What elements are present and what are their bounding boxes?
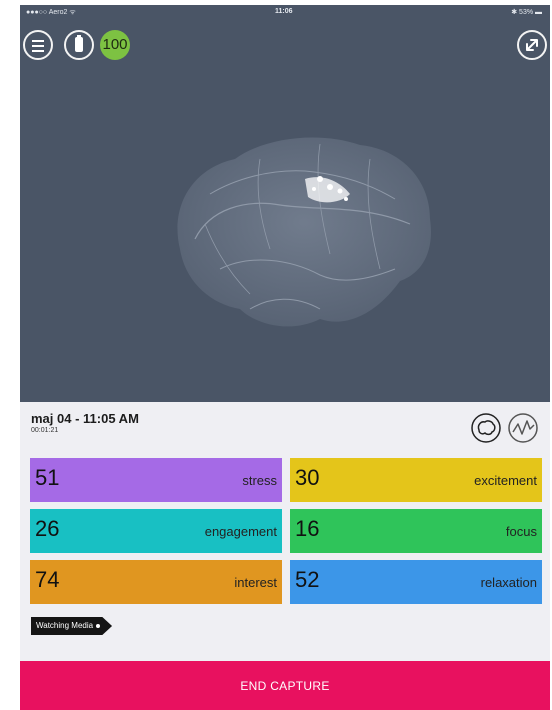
signal-quality-badge[interactable]: 100 [100, 30, 130, 60]
metric-value: 51 [35, 465, 60, 490]
metric-stress[interactable]: 51 stress [30, 458, 282, 502]
brain-view-icon[interactable] [470, 412, 502, 444]
metric-value: 26 [35, 516, 60, 541]
metric-label: interest [234, 575, 277, 590]
metric-label: relaxation [480, 575, 537, 590]
metric-focus[interactable]: 16 focus [290, 509, 542, 553]
metric-excitement[interactable]: 30 excitement [290, 458, 542, 502]
menu-icon-line [32, 45, 44, 47]
carrier-signal: ●●●○○ Aero2 ᯤ [26, 9, 76, 16]
waveform-view-icon[interactable] [507, 412, 539, 444]
metric-label: focus [505, 524, 537, 539]
tag-dot-icon [96, 623, 101, 628]
expand-icon [526, 39, 538, 51]
status-battery: ✱ 53% ▬ [511, 9, 542, 16]
end-capture-button[interactable]: END CAPTURE [20, 661, 550, 710]
brain-3d-model [177, 137, 431, 327]
metric-value: 16 [295, 516, 320, 541]
brain-viewer[interactable]: 100 [20, 19, 550, 402]
session-panel: maj 04 - 11:05 AM 00:01:21 51 stress 30 … [20, 402, 550, 666]
menu-icon-line [32, 40, 44, 42]
headset-battery-button[interactable] [64, 30, 94, 60]
metric-value: 74 [35, 567, 60, 592]
menu-button[interactable] [23, 30, 53, 60]
metric-label: excitement [474, 473, 537, 488]
status-bar: ●●●○○ Aero2 ᯤ 11:06 ✱ 53% ▬ [20, 5, 550, 19]
metric-value: 30 [295, 465, 320, 490]
metric-label: engagement [204, 524, 277, 539]
battery-icon [75, 37, 83, 52]
activity-tag[interactable]: Watching Media [31, 617, 113, 635]
metric-engagement[interactable]: 26 engagement [30, 509, 282, 553]
metric-relaxation[interactable]: 52 relaxation [290, 560, 542, 604]
metric-value: 52 [295, 567, 320, 592]
metric-label: stress [242, 473, 277, 488]
activity-tag-label: Watching Media [36, 621, 94, 630]
session-title: maj 04 - 11:05 AM [31, 411, 139, 426]
status-time: 11:06 [275, 8, 293, 15]
expand-button[interactable] [517, 30, 547, 60]
app-screen: ●●●○○ Aero2 ᯤ 11:06 ✱ 53% ▬ 100 maj 04 -… [20, 5, 550, 710]
menu-icon-line [32, 50, 44, 52]
metric-interest[interactable]: 74 interest [30, 560, 282, 604]
session-duration: 00:01:21 [31, 427, 59, 434]
